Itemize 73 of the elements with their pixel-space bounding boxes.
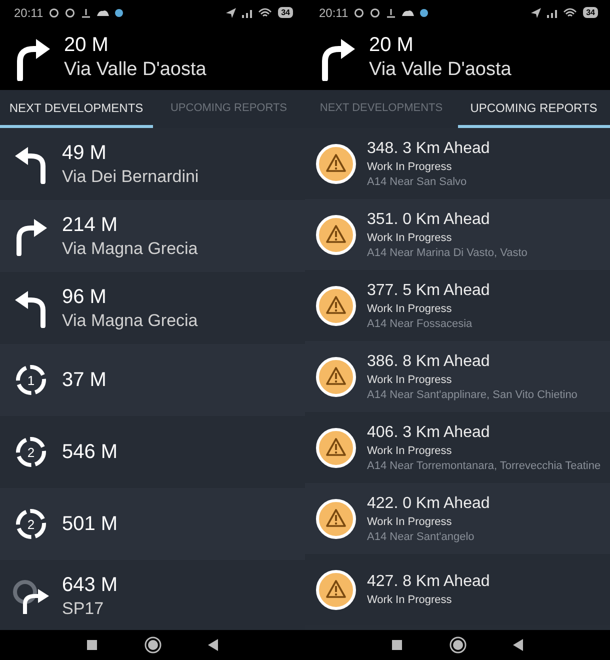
battery-indicator: 34: [583, 7, 598, 18]
roundabout-icon: 1: [14, 363, 48, 397]
report-distance: 386. 8 Km Ahead: [367, 352, 491, 372]
current-street: Via Valle D'aosta: [64, 58, 206, 82]
report-type: Work In Progress: [367, 160, 453, 175]
maneuver-row[interactable]: 1 37 M: [0, 344, 305, 416]
warning-icon: [316, 214, 356, 254]
maneuver-street: Via Dei Bernardini: [62, 166, 199, 188]
report-location: A14 Near Sant'angelo: [367, 530, 476, 544]
report-location: A14 Near Marina Di Vasto, Vasto: [367, 246, 528, 260]
maneuver-row[interactable]: 2 501 M: [0, 488, 305, 560]
signal-icon: [547, 8, 558, 18]
recents-icon[interactable]: [86, 639, 98, 651]
report-distance: 351. 0 Km Ahead: [367, 210, 491, 230]
maneuver-distance: 546 M: [62, 440, 118, 465]
dot-icon: [420, 8, 428, 16]
report-distance: 348. 3 Km Ahead: [367, 139, 490, 159]
maneuver-street: Via Magna Grecia: [62, 238, 198, 260]
location-icon: [226, 8, 236, 18]
maneuver-row[interactable]: 214 M Via Magna Grecia: [0, 200, 305, 272]
report-distance: 427. 8 Km Ahead: [367, 572, 490, 592]
back-icon[interactable]: [207, 638, 220, 652]
warning-icon: [316, 144, 356, 184]
report-distance: 422. 0 Km Ahead: [367, 494, 490, 514]
report-type: Work In Progress: [367, 302, 453, 317]
report-row[interactable]: 386. 8 Km Ahead Work In Progress A14 Near Sant'applinare, San Vito Chietino: [305, 341, 610, 412]
recents-icon[interactable]: [390, 639, 403, 651]
report-location: A14 Near Sant'applinare, San Vito Chietino: [367, 388, 578, 402]
status-time: 20:11: [14, 6, 44, 20]
report-location: A14 Near Torremontanara, Torrevecchia Teatine: [367, 459, 601, 473]
maneuver-street: SP17: [62, 598, 105, 620]
report-row[interactable]: 422. 0 Km Ahead Work In Progress A14 Near Sant'angelo: [305, 483, 610, 554]
maneuver-distance: 643 M: [62, 573, 118, 598]
wifi-icon: [258, 8, 272, 18]
current-street: Via Valle D'aosta: [369, 58, 512, 82]
report-type: Work In Progress: [367, 231, 453, 246]
maneuver-distance: 214 M: [62, 213, 119, 238]
current-distance: 20 M: [64, 33, 110, 58]
roundabout-icon: 2: [14, 435, 48, 469]
report-location: A14 Near San Salvo: [367, 175, 468, 189]
download-icon: [386, 8, 396, 18]
status-time: 20:11: [319, 6, 348, 20]
report-distance: 406. 3 Km Ahead: [367, 423, 491, 443]
wifi-icon: [563, 8, 578, 18]
cloud-icon: [402, 9, 414, 16]
maneuver-distance: 96 M: [62, 285, 108, 310]
report-type: Work In Progress: [367, 593, 453, 608]
warning-icon: [316, 498, 356, 538]
back-icon[interactable]: [512, 638, 524, 652]
home-icon[interactable]: [448, 636, 466, 654]
battery-indicator: 34: [278, 7, 293, 18]
maneuver-distance: 37 M: [62, 368, 106, 393]
warning-icon: [316, 286, 356, 326]
dot-icon: [115, 8, 124, 16]
report-type: Work In Progress: [367, 444, 453, 459]
maneuver-distance: 501 M: [62, 512, 118, 537]
roundabout-icon: 2: [14, 507, 48, 541]
download-icon: [81, 8, 92, 18]
report-distance: 377. 5 Km Ahead: [367, 281, 490, 301]
report-type: Work In Progress: [367, 515, 453, 530]
warning-icon: [316, 428, 356, 468]
report-location: A14 Near Fossacesia: [367, 317, 474, 331]
maneuver-distance: 49 M: [62, 141, 108, 166]
report-row[interactable]: 351. 0 Km Ahead Work In Progress A14 Near Marina Di Vasto, Vasto: [305, 199, 610, 270]
warning-icon: [316, 570, 356, 610]
cloud-icon: [97, 9, 110, 16]
home-icon[interactable]: [144, 636, 162, 654]
current-distance: 20 M: [369, 33, 414, 58]
report-type: Work In Progress: [367, 373, 453, 388]
signal-icon: [242, 8, 252, 18]
maneuver-street: Via Magna Grecia: [62, 310, 198, 332]
warning-icon: [316, 356, 356, 396]
location-icon: [531, 8, 542, 18]
